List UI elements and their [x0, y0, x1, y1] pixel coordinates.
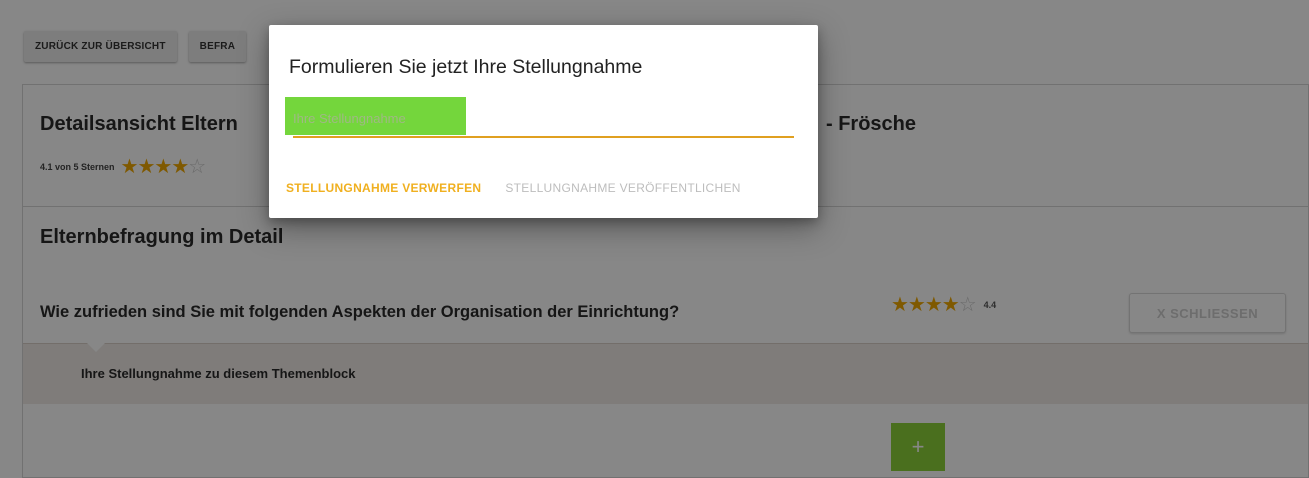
- dialog-actions: STELLUNGNAHME VERWERFEN STELLUNGNAHME VE…: [286, 181, 741, 195]
- statement-field: [285, 97, 794, 139]
- field-underline: [293, 136, 794, 138]
- statement-dialog: Formulieren Sie jetzt Ihre Stellungnahme…: [269, 25, 818, 218]
- statement-input[interactable]: [293, 103, 794, 133]
- publish-statement-button[interactable]: STELLUNGNAHME VERÖFFENTLICHEN: [505, 181, 740, 195]
- dialog-title: Formulieren Sie jetzt Ihre Stellungnahme: [289, 56, 643, 78]
- discard-statement-button[interactable]: STELLUNGNAHME VERWERFEN: [286, 181, 481, 195]
